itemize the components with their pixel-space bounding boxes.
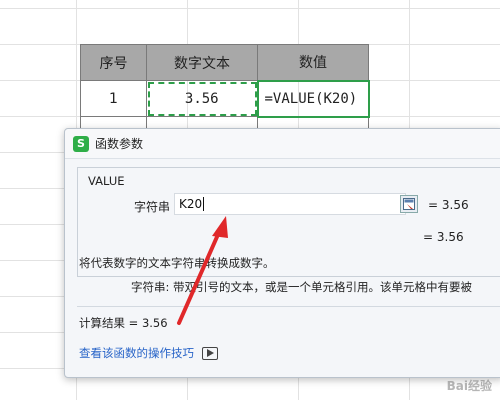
- cell-index[interactable]: 1: [80, 80, 147, 117]
- header-row: 序号 数字文本 数值: [80, 44, 369, 81]
- collapse-dialog-button[interactable]: [400, 195, 418, 213]
- dialog-title: 函数参数: [95, 137, 144, 151]
- wps-logo-icon: S: [73, 135, 89, 152]
- argument-value: K20: [179, 197, 203, 211]
- calculation-result: 计算结果 = 3.56: [79, 316, 168, 330]
- help-link[interactable]: 查看该函数的操作技巧: [79, 345, 218, 361]
- cell-number-text[interactable]: 3.56: [146, 80, 258, 117]
- function-description: 将代表数字的文本字符串转换成数字。: [79, 256, 275, 270]
- divider: [77, 306, 500, 307]
- argument-label: 字符串: [134, 200, 171, 214]
- watermark-logo: Bai经验: [446, 379, 492, 393]
- dialog-titlebar[interactable]: S 函数参数: [65, 129, 500, 159]
- function-arguments-dialog: S 函数参数 VALUE 字符串 K20 = 3.56 = 3.56 将代表数字…: [64, 128, 500, 378]
- text-caret: [203, 197, 205, 211]
- argument-evaluated: = 3.56: [428, 198, 469, 212]
- video-play-icon[interactable]: [202, 346, 218, 360]
- function-evaluated: = 3.56: [423, 230, 464, 244]
- function-name: VALUE: [88, 174, 125, 188]
- cell-formula[interactable]: =VALUE(K20): [256, 79, 370, 118]
- range-select-icon: [403, 198, 415, 210]
- play-icon: [207, 349, 214, 357]
- help-link-text: 查看该函数的操作技巧: [79, 346, 194, 360]
- header-cell-index[interactable]: 序号: [80, 44, 147, 81]
- argument-input[interactable]: K20: [174, 193, 406, 215]
- header-cell-value[interactable]: 数值: [257, 44, 369, 81]
- table-row: 1 3.56 =VALUE(K20): [80, 79, 370, 118]
- argument-description: 字符串: 带双引号的文本，或是一个单元格引用。该单元格中有要被: [131, 280, 473, 294]
- header-cell-text[interactable]: 数字文本: [146, 44, 258, 81]
